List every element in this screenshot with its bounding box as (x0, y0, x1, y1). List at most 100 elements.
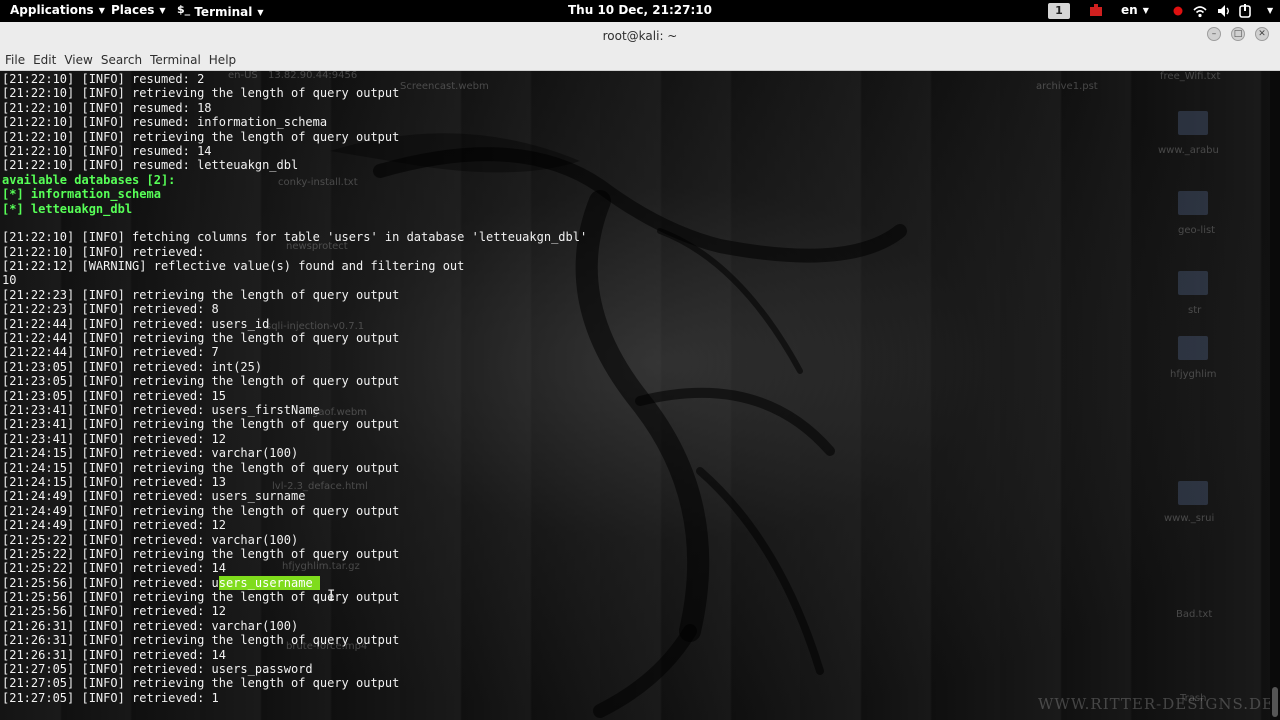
desktop-label: free_Wifi.txt (1160, 71, 1221, 82)
terminal-output[interactable]: [21:22:10] [INFO] resumed: 2 [21:22:10] [… (2, 72, 587, 705)
volume-icon[interactable] (1216, 2, 1232, 20)
language-label: en (1121, 3, 1138, 17)
terminal-line: [21:27:05] [INFO] retrieved: 1 (2, 691, 587, 705)
text-selection[interactable]: sers_username (218, 575, 320, 590)
terminal-line: [21:22:23] [INFO] retrieving the length … (2, 288, 587, 302)
desktop-label: www._srui (1164, 513, 1215, 524)
network-icon[interactable] (1192, 2, 1208, 20)
chevron-down-icon[interactable]: ▼ (1262, 3, 1273, 17)
terminal-line: [21:22:10] [INFO] resumed: 18 (2, 101, 587, 115)
desktop-label: Bad.txt (1176, 609, 1213, 620)
terminal-line: [21:22:44] [INFO] retrieved: users_id (2, 317, 587, 331)
terminal-line: [21:25:56] [INFO] retrieved: 12 (2, 604, 587, 618)
terminal-line: [21:25:56] [INFO] retrieving the length … (2, 590, 587, 604)
terminal-line: [21:22:10] [INFO] fetching columns for t… (2, 230, 587, 244)
terminal-line-text: [21:23:41] [INFO] retrieving the length … (2, 417, 400, 432)
terminal-line: [21:23:41] [INFO] retrieved: 12 (2, 432, 587, 446)
terminal-line-text: [21:25:22] [INFO] retrieved: varchar(100… (2, 532, 299, 547)
maximize-button[interactable]: □ (1231, 27, 1245, 41)
terminal-line: [21:26:31] [INFO] retrieved: varchar(100… (2, 619, 587, 633)
scrollbar-thumb[interactable] (1272, 687, 1278, 717)
terminal-line: [21:24:15] [INFO] retrieved: varchar(100… (2, 446, 587, 460)
terminal-line-text: [21:22:10] [INFO] retrieving the length … (2, 129, 400, 144)
terminal-line-text: [21:22:10] [INFO] fetching columns for t… (2, 230, 588, 245)
user-status-icon[interactable] (1088, 2, 1104, 20)
terminal-line-text: [21:26:31] [INFO] retrieved: varchar(100… (2, 618, 299, 633)
folder-icon (1178, 336, 1208, 360)
terminal-line: [21:27:05] [INFO] retrieving the length … (2, 676, 587, 690)
language-menu[interactable]: en ▼ (1121, 3, 1149, 17)
desktop-label: www._arabu (1158, 145, 1219, 156)
menu-edit[interactable]: Edit (29, 50, 60, 67)
terminal-line-text: [21:22:10] [INFO] resumed: 2 (2, 72, 205, 86)
menu-terminal[interactable]: Terminal (146, 50, 205, 67)
power-icon[interactable] (1238, 2, 1254, 20)
terminal-line-text: [21:22:44] [INFO] retrieved: 7 (2, 345, 219, 360)
terminal-line: [21:22:10] [INFO] resumed: letteuakgn_db… (2, 158, 587, 172)
terminal-line: [21:22:10] [INFO] resumed: 2 (2, 72, 587, 86)
terminal-line: [21:22:12] [WARNING] reflective value(s)… (2, 259, 587, 273)
terminal-line: [21:22:10] [INFO] retrieving the length … (2, 86, 587, 100)
recording-icon[interactable] (1172, 2, 1184, 20)
terminal-line-text: [21:27:05] [INFO] retrieving the length … (2, 676, 400, 691)
window-title: root@kali: ~ (602, 29, 678, 43)
terminal-line-text: [21:22:44] [INFO] retrieved: users_id (2, 316, 270, 331)
terminal-line: 10 (2, 273, 587, 287)
terminal-line-text: [21:23:41] [INFO] retrieved: users_first… (2, 402, 320, 417)
terminal-line: [21:23:05] [INFO] retrieved: 15 (2, 389, 587, 403)
terminal-line-text: [21:22:10] [INFO] retrieving the length … (2, 86, 400, 101)
terminal-line-text: [21:24:49] [INFO] retrieving the length … (2, 503, 400, 518)
desktop-label: hfjyghlim (1170, 369, 1217, 380)
terminal-line: [*] letteuakgn_dbl (2, 202, 587, 216)
terminal-line-text: [21:22:44] [INFO] retrieving the length … (2, 331, 400, 346)
workspace-indicator[interactable]: 1 (1048, 3, 1070, 19)
menu-search[interactable]: Search (97, 50, 146, 67)
terminal-line-text: [21:25:22] [INFO] retrieved: 14 (2, 561, 226, 576)
minimize-button[interactable]: – (1207, 27, 1221, 41)
terminal-line: [21:22:10] [INFO] retrieving the length … (2, 130, 587, 144)
window-titlebar[interactable]: root@kali: ~ – □ ✕ (0, 22, 1280, 50)
folder-icon (1178, 271, 1208, 295)
terminal-line-text: [21:22:10] [INFO] resumed: information_s… (2, 115, 328, 130)
terminal-line-text: [21:26:31] [INFO] retrieving the length … (2, 633, 400, 648)
menu-view[interactable]: View (60, 50, 96, 67)
text-cursor-icon: I (327, 588, 336, 604)
terminal-line-text: [21:24:49] [INFO] retrieved: users_surna… (2, 489, 306, 504)
chevron-down-icon: ▼ (1142, 6, 1149, 15)
terminal-line-text: [21:24:15] [INFO] retrieved: varchar(100… (2, 446, 299, 461)
terminal-line-text: [21:24:15] [INFO] retrieving the length … (2, 460, 400, 475)
terminal-scrollbar[interactable] (1270, 71, 1280, 720)
terminal-line: [21:22:10] [INFO] retrieved: (2, 245, 587, 259)
terminal-line: [21:22:44] [INFO] retrieving the length … (2, 331, 587, 345)
terminal-line: [21:22:44] [INFO] retrieved: 7 (2, 345, 587, 359)
terminal-line-text: [21:22:23] [INFO] retrieved: 8 (2, 302, 219, 317)
folder-icon (1178, 481, 1208, 505)
terminal-line: [21:25:56] [INFO] retrieved: users_usern… (2, 575, 587, 590)
terminal-line-text: [21:27:05] [INFO] retrieved: 1 (2, 690, 219, 705)
terminal-line: [21:24:15] [INFO] retrieved: 13 (2, 475, 587, 489)
menu-file[interactable]: File (0, 50, 29, 67)
terminal-line-text: available databases [2]: (2, 172, 176, 187)
terminal-line: [21:25:22] [INFO] retrieving the length … (2, 547, 587, 561)
close-button[interactable]: ✕ (1255, 27, 1269, 41)
terminal-line: [21:23:05] [INFO] retrieving the length … (2, 374, 587, 388)
terminal-line: [21:26:31] [INFO] retrieving the length … (2, 633, 587, 647)
terminal-line: [21:23:41] [INFO] retrieving the length … (2, 417, 587, 431)
desktop-label: geo-list (1178, 225, 1216, 236)
terminal-area[interactable]: en-US 13.82.90.44:9456 Screencast.webm a… (0, 71, 1270, 720)
folder-icon (1178, 191, 1208, 215)
terminal-line-text: [21:26:31] [INFO] retrieved: 14 (2, 647, 226, 662)
terminal-line: [21:24:49] [INFO] retrieved: 12 (2, 518, 587, 532)
menu-help[interactable]: Help (205, 50, 240, 67)
terminal-line: [21:24:49] [INFO] retrieving the length … (2, 504, 587, 518)
terminal-line-text: [21:25:56] [INFO] retrieving the length … (2, 590, 400, 605)
terminal-line: [21:23:41] [INFO] retrieved: users_first… (2, 403, 587, 417)
terminal-line-text: [21:25:56] [INFO] retrieved: u (2, 575, 219, 590)
terminal-line: [21:22:10] [INFO] resumed: 14 (2, 144, 587, 158)
terminal-line-text: [21:23:05] [INFO] retrieved: 15 (2, 388, 226, 403)
folder-icon (1178, 111, 1208, 135)
top-panel: Applications ▼ Places ▼ $_ Terminal ▼ Thu 1… (0, 0, 1280, 22)
terminal-line-text: [21:22:10] [INFO] resumed: letteuakgn_db… (2, 158, 299, 173)
terminal-line-text: [*] information_schema (2, 187, 161, 202)
